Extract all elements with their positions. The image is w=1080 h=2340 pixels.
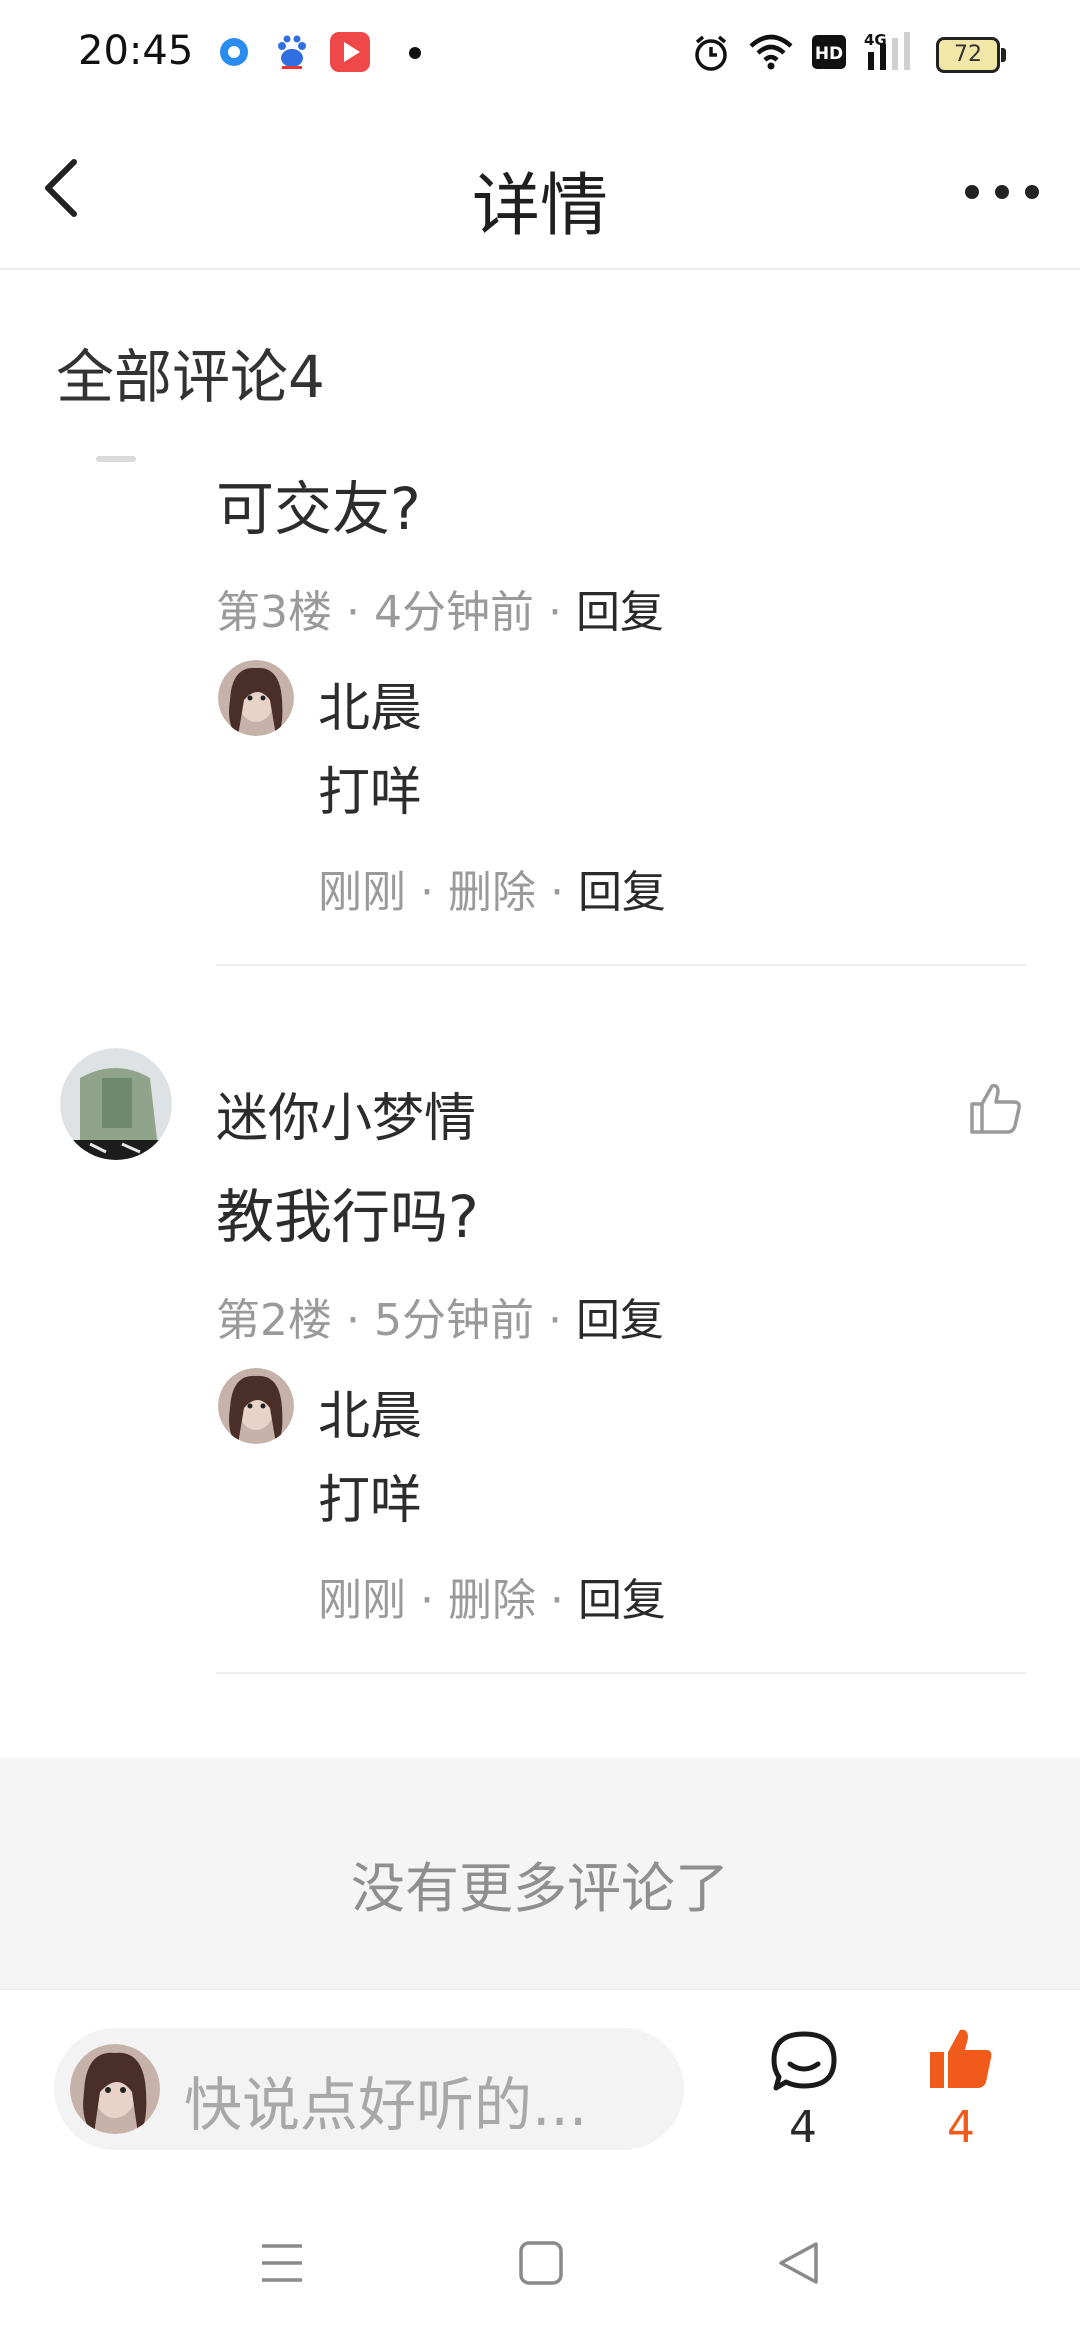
divider [216,1672,1026,1674]
avatar[interactable] [96,456,136,462]
reply-time: 刚刚 [318,867,406,918]
comment-text: 可交友? [216,475,421,543]
alarm-icon [695,35,727,71]
notification-dot-icon [409,47,421,59]
avatar[interactable] [218,1368,294,1444]
menu-icon[interactable] [258,2242,306,2284]
status-time: 20:45 [78,28,194,74]
video-app-icon [330,32,370,72]
comment-author[interactable]: 迷你小梦情 [216,1076,476,1151]
signal-4g-icon: 4G [864,31,910,70]
reply-button[interactable]: 回复 [578,867,666,918]
reply-author[interactable]: 北晨 [318,1374,422,1449]
app-notification-icon [220,38,248,66]
page-title: 详情 [471,167,608,246]
comment-meta: 第2楼 · 5分钟前 · 回复 [216,1295,664,1346]
reply-time: 刚刚 [318,1575,406,1626]
reply-button[interactable]: 回复 [576,1295,664,1346]
comment-count: 4 [789,2102,817,2153]
comment-time: 5分钟前 [373,1295,534,1346]
comments-section-title: 全部评论4 [56,343,325,411]
delete-button[interactable]: 删除 [448,1575,536,1626]
avatar [70,2044,160,2134]
more-icon[interactable] [962,182,1042,202]
reply-text: 打咩 [318,763,423,823]
divider [0,1988,1080,1990]
reply-text: 打咩 [318,1471,423,1531]
svg-text:HD: HD [815,44,843,64]
baidu-icon [278,35,306,69]
divider [216,964,1026,966]
reply-button[interactable]: 回复 [578,1575,666,1626]
comment-bubble-icon[interactable] [770,2030,838,2094]
home-square-icon[interactable] [518,2240,564,2286]
no-more-banner: 没有更多评论了 [0,1758,1080,1988]
thumbs-up-filled-icon[interactable] [928,2026,994,2090]
avatar[interactable] [60,1048,172,1160]
no-more-text: 没有更多评论了 [351,1857,729,1920]
comment-text: 教我行吗? [216,1183,479,1251]
battery-indicator: 72 [936,37,1006,73]
comment-meta: 第3楼 · 4分钟前 · 回复 [216,587,664,638]
comment-input[interactable]: 快说点好听的... [54,2028,684,2150]
like-count: 4 [947,2102,975,2153]
top-bar: 详情 [0,100,1080,270]
hd-icon: HD [812,35,846,69]
back-triangle-icon[interactable] [776,2240,820,2286]
wifi-icon [749,34,793,70]
comment-time: 4分钟前 [373,587,534,638]
reply-author[interactable]: 北晨 [318,666,422,741]
reply-meta: 刚刚 · 删除 · 回复 [318,1575,666,1626]
delete-button[interactable]: 删除 [448,867,536,918]
avatar[interactable] [218,660,294,736]
comment-floor: 第2楼 [216,1295,332,1346]
thumbs-up-outline-icon[interactable] [968,1080,1024,1136]
comment-input-placeholder: 快说点好听的... [184,2071,588,2139]
reply-button[interactable]: 回复 [576,587,664,638]
comment-floor: 第3楼 [216,587,332,638]
reply-meta: 刚刚 · 删除 · 回复 [318,867,666,918]
